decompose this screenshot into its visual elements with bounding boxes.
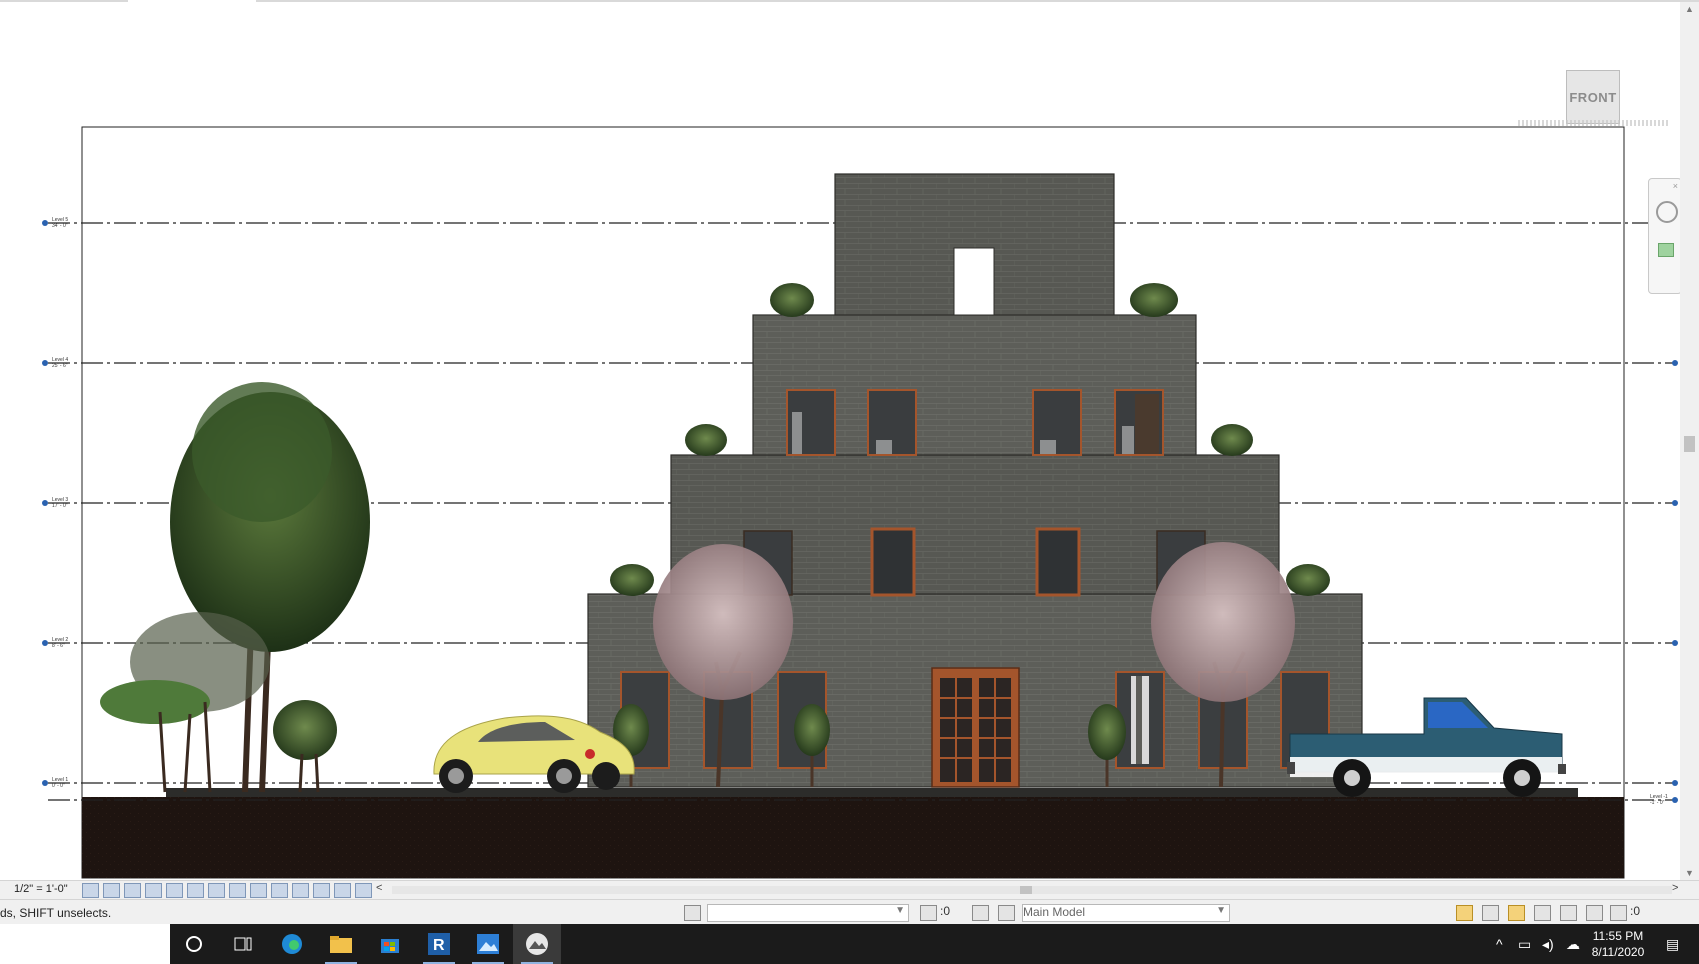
drag-on-selection-icon[interactable] bbox=[1560, 905, 1577, 921]
level-1-tag[interactable]: Level 1 0' - 0" bbox=[52, 777, 68, 789]
elevation-drawing bbox=[42, 126, 1678, 879]
design-option-value: Main Model bbox=[1023, 905, 1086, 919]
design-options-icon[interactable] bbox=[972, 905, 989, 921]
viewcube[interactable]: FRONT bbox=[1566, 70, 1620, 124]
reveal-hidden-icon[interactable] bbox=[271, 883, 288, 898]
unlocked-3d-icon[interactable] bbox=[229, 883, 246, 898]
level-4-tag[interactable]: Level 4 25' - 6" bbox=[52, 357, 68, 369]
viewcube-face-label: FRONT bbox=[1569, 89, 1617, 105]
level-minus-1-tag[interactable]: Level -1 -1' - 0" bbox=[1650, 794, 1668, 806]
edge-button[interactable] bbox=[268, 924, 316, 964]
elevation-viewport[interactable]: Level 5 34' - 0" Level 4 25' - 6" Level 31… bbox=[0, 2, 1682, 880]
windows-taskbar: R ^ ▭ ◂) ☁ 11:55 PM 8/11/2020 ▤ bbox=[0, 924, 1699, 964]
ground bbox=[82, 797, 1624, 878]
chevron-down-icon: ▼ bbox=[1216, 905, 1226, 916]
viewcube-compass[interactable] bbox=[1518, 120, 1668, 126]
sun-path-icon[interactable] bbox=[124, 883, 141, 898]
shadows-icon[interactable] bbox=[145, 883, 162, 898]
zoom-icon[interactable] bbox=[1658, 243, 1674, 257]
tray-chevron-icon[interactable]: ^ bbox=[1496, 936, 1503, 952]
select-links-icon[interactable] bbox=[1456, 905, 1473, 921]
temporary-view-properties-icon[interactable] bbox=[292, 883, 309, 898]
crop-view-icon[interactable] bbox=[187, 883, 204, 898]
editable-only-icon[interactable] bbox=[920, 905, 937, 921]
svg-text:R: R bbox=[433, 937, 445, 954]
chevron-down-icon: ▼ bbox=[895, 905, 905, 916]
level-2-tag[interactable]: Level 2 8' - 6" bbox=[52, 637, 68, 649]
vertical-scrollbar[interactable]: ▲ ▼ bbox=[1680, 2, 1699, 880]
close-icon[interactable]: × bbox=[1673, 181, 1678, 191]
select-pinned-icon[interactable] bbox=[1508, 905, 1525, 921]
volume-icon[interactable]: ◂) bbox=[1542, 936, 1554, 953]
editable-count: :0 bbox=[940, 904, 951, 918]
show-crop-icon[interactable] bbox=[208, 883, 225, 898]
visual-style-icon[interactable] bbox=[103, 883, 120, 898]
tree-group bbox=[100, 382, 370, 793]
worksets-icon[interactable] bbox=[684, 905, 701, 921]
vertical-scroll-thumb[interactable] bbox=[1684, 436, 1695, 452]
status-hint: ds, SHIFT unselects. bbox=[0, 906, 112, 920]
highlight-displacement-icon[interactable] bbox=[334, 883, 351, 898]
view-control-icons bbox=[82, 883, 372, 898]
rendering-icon[interactable] bbox=[166, 883, 183, 898]
store-button[interactable] bbox=[366, 924, 414, 964]
task-view-button[interactable] bbox=[219, 924, 267, 964]
reveal-constraints-icon[interactable] bbox=[355, 883, 372, 898]
active-app-button[interactable] bbox=[513, 924, 561, 964]
task-view-icon bbox=[234, 937, 252, 951]
clock-date: 8/11/2020 bbox=[1591, 945, 1645, 959]
view-scale[interactable]: 1/2" = 1'-0" bbox=[14, 883, 68, 895]
revit-icon: R bbox=[428, 933, 450, 955]
level-3-tag[interactable]: Level 3 17' - 0" bbox=[52, 497, 68, 509]
temporary-hide-icon[interactable] bbox=[250, 883, 267, 898]
scroll-right-icon[interactable]: > bbox=[1672, 882, 1678, 894]
scroll-up-icon[interactable]: ▲ bbox=[1685, 4, 1694, 14]
photos-button[interactable] bbox=[464, 924, 512, 964]
view-control-bar: 1/2" = 1'-0" < > bbox=[0, 880, 1699, 899]
cortana-button[interactable] bbox=[170, 924, 218, 964]
navigation-bar[interactable]: × bbox=[1648, 178, 1682, 294]
design-option-select[interactable]: Main Model ▼ bbox=[1022, 904, 1230, 922]
file-explorer-button[interactable] bbox=[317, 924, 365, 964]
horizontal-scroll-thumb[interactable] bbox=[1020, 886, 1032, 894]
notifications-icon[interactable]: ▤ bbox=[1666, 936, 1679, 953]
search-circle-icon bbox=[186, 936, 202, 952]
network-icon[interactable]: ▭ bbox=[1518, 936, 1531, 953]
background-processes-icon[interactable] bbox=[1586, 905, 1603, 921]
filter-count: :0 bbox=[1630, 904, 1641, 918]
app-mountain-icon bbox=[526, 933, 548, 955]
select-by-face-icon[interactable] bbox=[1534, 905, 1551, 921]
photos-icon bbox=[477, 934, 499, 954]
folder-icon bbox=[330, 936, 352, 953]
horizontal-scrollbar[interactable] bbox=[392, 886, 1672, 894]
select-underlay-icon[interactable] bbox=[1482, 905, 1499, 921]
detail-level-icon[interactable] bbox=[82, 883, 99, 898]
scroll-down-icon[interactable]: ▼ bbox=[1685, 868, 1694, 878]
collapse-arrow-icon[interactable]: < bbox=[376, 882, 382, 894]
edge-icon bbox=[282, 934, 302, 954]
filter-icon[interactable] bbox=[1610, 905, 1627, 921]
steering-wheel-icon[interactable] bbox=[1656, 201, 1678, 223]
store-bag-icon bbox=[381, 939, 399, 953]
taskbar-search-area[interactable] bbox=[0, 924, 170, 964]
workset-select[interactable]: ▼ bbox=[707, 904, 909, 922]
status-bar: ds, SHIFT unselects. ▼ :0 Main Model ▼ :… bbox=[0, 899, 1699, 925]
revit-button[interactable]: R bbox=[415, 924, 463, 964]
level-5-tag[interactable]: Level 5 34' - 0" bbox=[52, 217, 68, 229]
system-clock[interactable]: 11:55 PM 8/11/2020 bbox=[1578, 928, 1658, 960]
clock-time: 11:55 PM bbox=[1592, 929, 1644, 943]
analytical-model-icon[interactable] bbox=[313, 883, 330, 898]
exclude-options-icon[interactable] bbox=[998, 905, 1015, 921]
